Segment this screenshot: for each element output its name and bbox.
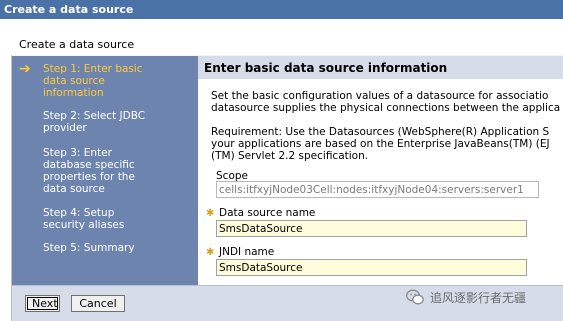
wizard-step-1[interactable]: ➔ Step 1: Enter basic data source inform…	[19, 62, 193, 99]
next-button[interactable]: Next	[25, 295, 60, 312]
watermark: 追风逐影行者无疆	[404, 287, 563, 307]
page-subtitle: Create a data source	[19, 38, 135, 51]
wizard-step-3[interactable]: Step 3: Enter database specific properti…	[43, 147, 193, 195]
requirement-line-2: your applications are based on the Enter…	[211, 138, 550, 150]
requirement-line-1: Requirement: Use the Datasources (WebSph…	[211, 126, 550, 138]
requirement-line-3: (TM) Servlet 2.2 specification.	[211, 150, 369, 162]
wizard-step-2-line-2: provider	[43, 122, 87, 134]
wizard-step-3-line-4: data source	[43, 183, 105, 195]
wizard-step-2[interactable]: Step 2: Select JDBC provider	[43, 110, 193, 134]
window-title: Create a data source	[0, 0, 563, 19]
wizard-steps-panel: ➔ Step 1: Enter basic data source inform…	[12, 56, 198, 285]
wizard-step-4-line-1: Step 4: Setup	[43, 207, 115, 219]
datasource-name-input[interactable]	[216, 220, 527, 237]
required-icon: ✱	[206, 208, 215, 219]
intro-text: Set the basic configuration values of a …	[211, 90, 560, 114]
wizard-step-2-line-1: Step 2: Select JDBC	[43, 110, 146, 122]
wizard-step-3-line-1: Step 3: Enter	[43, 147, 112, 159]
current-step-arrow-icon: ➔	[19, 61, 31, 77]
watermark-text: 追风逐影行者无疆	[430, 291, 527, 305]
wizard-step-3-line-2: database specific	[43, 159, 135, 171]
scope-value: cells:itfxyjNode03Cell:nodes:itfxyjNode0…	[216, 181, 539, 198]
datasource-name-label: Data source name	[219, 207, 316, 219]
required-icon: ✱	[206, 247, 215, 258]
jndi-name-label: JNDI name	[219, 246, 275, 258]
wizard-step-5[interactable]: Step 5: Summary	[43, 242, 193, 254]
intro-line-2: datasource supplies the physical connect…	[211, 102, 561, 114]
requirement-text: Requirement: Use the Datasources (WebSph…	[211, 126, 550, 162]
cancel-button[interactable]: Cancel	[71, 295, 125, 312]
content-header: Enter basic data source information	[198, 56, 563, 79]
wizard-step-4-line-2: security aliases	[43, 219, 125, 231]
wizard-step-3-line-3: properties for the	[43, 171, 135, 183]
wizard-step-4[interactable]: Step 4: Setup security aliases	[43, 207, 193, 231]
wechat-icon	[406, 289, 424, 305]
wizard-step-1-line-2: data source	[43, 75, 105, 87]
intro-line-1: Set the basic configuration values of a …	[211, 90, 549, 102]
wizard-step-5-line-1: Step 5: Summary	[43, 242, 135, 254]
jndi-name-input[interactable]	[216, 259, 527, 276]
wizard-step-1-line-3: information	[43, 87, 104, 99]
wizard-step-1-line-1: Step 1: Enter basic	[43, 63, 143, 75]
